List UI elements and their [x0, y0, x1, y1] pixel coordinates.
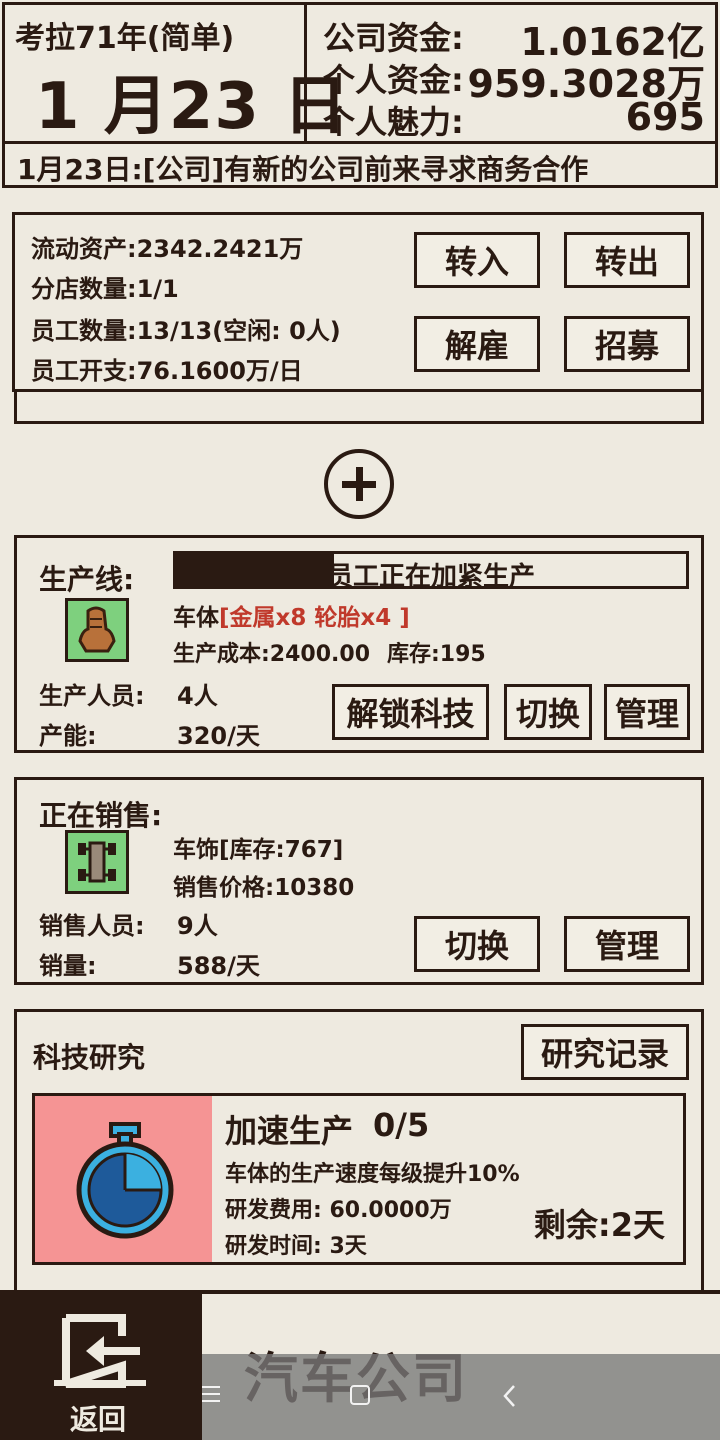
capacity-value: 320/天	[177, 722, 260, 750]
sales-switch-button[interactable]: 切换	[414, 916, 540, 972]
production-status: 员工正在加紧生产	[326, 562, 535, 592]
exit-door-icon	[54, 1314, 146, 1388]
research-records-button[interactable]: 研究记录	[521, 1024, 689, 1080]
charm-label: 个人魅力:	[323, 103, 464, 141]
product-materials: [金属x8 轮胎x4 ]	[219, 605, 410, 631]
production-manage-button[interactable]: 管理	[604, 684, 690, 740]
employee-expense: 员工开支:76.1600万/日	[31, 357, 303, 385]
sales-volume-label: 销量:	[39, 952, 97, 980]
stopwatch-icon	[76, 1122, 174, 1239]
car-seat-icon	[65, 598, 129, 662]
funds-panel: 公司资金: 1.0162亿 个人资金: 959.3028万 个人魅力: 695	[307, 2, 718, 144]
recruit-button[interactable]: 招募	[564, 316, 690, 372]
capacity-label: 产能:	[39, 722, 97, 750]
company-funds-label: 公司资金:	[323, 19, 464, 57]
research-item-level: 0/5	[373, 1106, 430, 1144]
unlock-tech-button[interactable]: 解锁科技	[332, 684, 489, 740]
sales-manage-button[interactable]: 管理	[564, 916, 690, 972]
production-title: 生产线:	[39, 563, 135, 596]
car-accessory-icon	[65, 830, 129, 894]
back-nav-icon[interactable]	[502, 1384, 516, 1408]
sales-staff-value: 9人	[177, 912, 218, 940]
sales-title: 正在销售:	[39, 799, 163, 832]
research-item-name: 加速生产	[225, 1112, 354, 1150]
menu-icon[interactable]	[202, 1384, 222, 1404]
production-staff-value: 4人	[177, 682, 218, 710]
home-icon[interactable]	[350, 1385, 370, 1405]
liquid-assets: 流动资产:2342.2421万	[31, 235, 304, 263]
branch-count: 分店数量:1/1	[31, 275, 179, 303]
research-remaining: 剩余:2天	[533, 1206, 665, 1244]
news-ticker: 1月23日:[公司]有新的公司前来寻求商务合作	[2, 144, 718, 188]
research-title: 科技研究	[33, 1041, 146, 1074]
product-line: 车体[金属x8 轮胎x4 ]	[173, 598, 410, 632]
production-stock: 库存:195	[387, 642, 486, 667]
transfer-in-button[interactable]: 转入	[414, 232, 540, 288]
charm-value: 695	[625, 95, 705, 139]
production-switch-button[interactable]: 切换	[504, 684, 592, 740]
date-panel: 考拉71年(简单) 1 月23 日	[2, 2, 347, 144]
product-name: 车体	[173, 605, 219, 631]
sales-price: 销售价格:10380	[173, 875, 355, 901]
news-text: 1月23日:[公司]有新的公司前来寻求商务合作	[17, 153, 589, 186]
employee-count: 员工数量:13/13(空闲: 0人)	[31, 317, 341, 345]
sales-product: 车饰[库存:767]	[173, 837, 344, 863]
back-button[interactable]: 返回	[0, 1294, 202, 1440]
production-staff-label: 生产人员:	[39, 682, 145, 710]
current-date: 1 月23 日	[35, 70, 349, 144]
production-status-bar: 员工正在加紧生产	[173, 551, 689, 592]
research-item-cost: 研发费用: 60.0000万	[225, 1198, 452, 1223]
fire-button[interactable]: 解雇	[414, 316, 540, 372]
sales-volume-value: 588/天	[177, 952, 260, 980]
personal-funds-label: 个人资金:	[323, 61, 464, 99]
transfer-out-button[interactable]: 转出	[564, 232, 690, 288]
production-cost: 生产成本:2400.00	[173, 642, 371, 667]
research-item-time: 研发时间: 3天	[225, 1234, 367, 1259]
research-item-icon-bg	[35, 1096, 212, 1262]
add-production-line-button[interactable]	[324, 449, 394, 519]
research-item-card[interactable]: 加速生产 0/5 车体的生产速度每级提升10% 研发费用: 60.0000万 研…	[32, 1093, 686, 1265]
research-item-desc: 车体的生产速度每级提升10%	[225, 1162, 520, 1187]
sales-staff-label: 销售人员:	[39, 912, 145, 940]
system-navigation-bar	[202, 1354, 720, 1440]
back-label: 返回	[70, 1403, 127, 1436]
era-label: 考拉71年(简单)	[15, 21, 235, 56]
